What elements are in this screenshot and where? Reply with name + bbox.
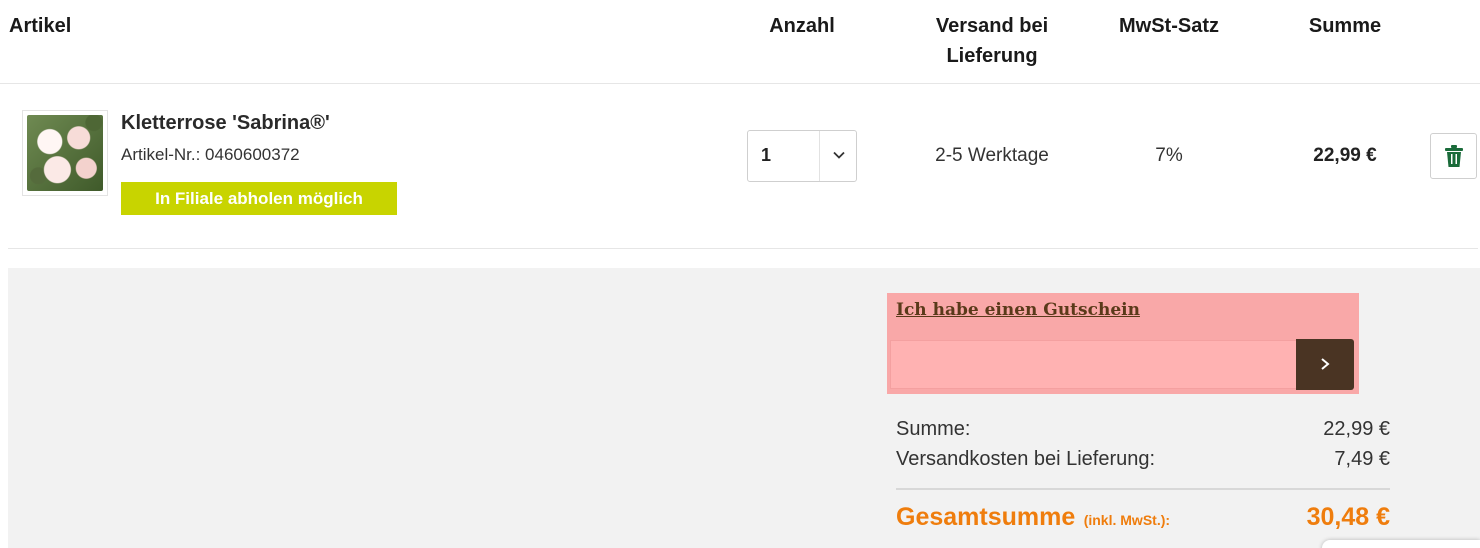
pickup-badge: In Filiale abholen möglich <box>121 182 397 215</box>
column-header-versand-line1: Versand bei <box>935 15 1049 37</box>
grand-total-label: Gesamtsumme <box>896 503 1076 531</box>
grand-total-line: Gesamtsumme (inkl. MwSt.): 30,48 € <box>896 503 1390 532</box>
floating-widget[interactable] <box>1322 540 1480 548</box>
subtotal-value: 22,99 € <box>1323 418 1390 440</box>
grand-total-note: (inkl. MwSt.): <box>1083 512 1171 528</box>
voucher-link[interactable]: Ich habe einen Gutschein <box>896 300 1140 320</box>
quantity-divider <box>819 131 820 181</box>
delivery-time: 2-5 Werktage <box>935 145 1049 166</box>
column-header-summe: Summe <box>1308 15 1382 37</box>
cart-item-row: Kletterrose 'Sabrina®' Artikel-Nr.: 0460… <box>8 84 1478 249</box>
summary-divider <box>896 488 1390 490</box>
rose-product-image <box>27 115 103 191</box>
voucher-box: Ich habe einen Gutschein <box>887 293 1359 394</box>
product-thumbnail[interactable] <box>22 110 108 196</box>
column-header-mwst: MwSt-Satz <box>1119 15 1219 37</box>
column-header-anzahl: Anzahl <box>769 15 835 37</box>
column-header-versand-line2: Lieferung <box>946 45 1038 67</box>
quantity-select[interactable]: 1 <box>747 130 857 182</box>
quantity-value: 1 <box>761 145 772 165</box>
shipping-value: 7,49 € <box>1334 448 1390 470</box>
remove-item-button[interactable] <box>1430 133 1477 179</box>
chevron-down-icon <box>833 151 845 159</box>
shipping-label: Versandkosten bei Lieferung: <box>896 448 1156 470</box>
grand-total-value: 30,48 € <box>1306 503 1390 531</box>
voucher-code-input[interactable] <box>890 340 1296 389</box>
item-sum: 22,99 € <box>1313 145 1377 166</box>
chevron-right-icon <box>1321 358 1330 370</box>
subtotal-line: Summe: 22,99 € <box>896 418 1390 441</box>
voucher-submit-button[interactable] <box>1296 339 1354 390</box>
product-name[interactable]: Kletterrose 'Sabrina®' <box>121 112 330 135</box>
shipping-line: Versandkosten bei Lieferung: 7,49 € <box>896 448 1390 471</box>
subtotal-label: Summe: <box>896 418 971 440</box>
trash-icon <box>1445 145 1463 167</box>
vat-rate: 7% <box>1155 145 1183 166</box>
column-header-versand: Versand bei Lieferung <box>912 11 1072 71</box>
column-header-artikel: Artikel <box>9 15 72 37</box>
article-number: Artikel-Nr.: 0460600372 <box>121 145 300 164</box>
cart-table-header: Artikel Anzahl Versand bei Lieferung MwS… <box>0 0 1480 84</box>
